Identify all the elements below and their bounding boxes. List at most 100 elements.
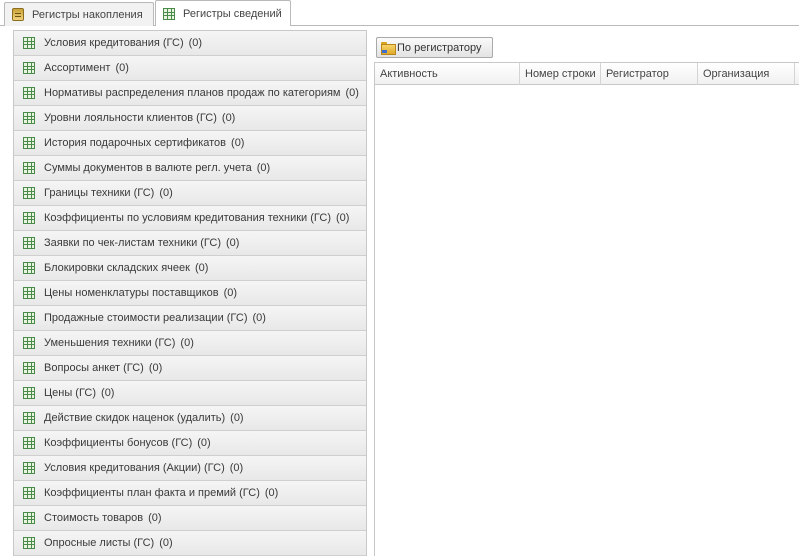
register-record-count: (0) — [101, 387, 115, 399]
info-register-icon — [23, 87, 35, 99]
register-list-item[interactable]: Цены (ГС) (0) — [14, 381, 366, 406]
info-register-icon — [23, 387, 35, 399]
register-list: Условия кредитования (ГС) (0) Ассортимент (… — [13, 30, 367, 556]
info-register-icon — [23, 37, 35, 49]
tab-info-registers[interactable]: Регистры сведений — [155, 0, 291, 26]
register-list-item[interactable]: Коэффициенты по условиям кредитования те… — [14, 206, 366, 231]
register-record-count: (0) — [148, 512, 162, 524]
column-header-organization[interactable]: Организация — [698, 63, 795, 85]
register-name: Вопросы анкет (ГС) — [44, 362, 144, 374]
register-name: Суммы документов в валюте регл. учета — [44, 162, 252, 174]
register-list-item[interactable]: Границы техники (ГС) (0) — [14, 181, 366, 206]
register-list-item[interactable]: Действие скидок наценок (удалить) (0) — [14, 406, 366, 431]
register-list-item[interactable]: Уровни лояльности клиентов (ГС) (0) — [14, 106, 366, 131]
info-register-icon — [23, 187, 35, 199]
info-register-icon — [23, 112, 35, 124]
register-record-count: (0) — [226, 237, 240, 249]
register-record-count: (0) — [159, 537, 173, 549]
records-grid[interactable]: Активность Номер строки Регистратор Орга… — [374, 62, 799, 556]
register-list-item[interactable]: Условия кредитования (Акции) (ГС) (0) — [14, 456, 366, 481]
info-register-icon — [23, 487, 35, 499]
info-register-icon — [23, 62, 35, 74]
tab-accumulation-registers[interactable]: Регистры накопления — [4, 2, 154, 26]
register-list-item[interactable]: Условия кредитования (ГС) (0) — [14, 31, 366, 56]
tab-bar: Регистры накопления Регистры сведений — [0, 0, 799, 26]
info-register-icon — [23, 462, 35, 474]
register-name: Границы техники (ГС) — [44, 187, 155, 199]
register-list-item[interactable]: История подарочных сертификатов (0) — [14, 131, 366, 156]
register-list-item[interactable]: Коэффициенты план факта и премий (ГС) (0) — [14, 481, 366, 506]
column-header-line-number[interactable]: Номер строки — [520, 63, 601, 85]
register-record-count: (0) — [252, 312, 266, 324]
register-record-count: (0) — [180, 337, 194, 349]
register-record-count: (0) — [188, 37, 203, 49]
register-list-item[interactable]: Суммы документов в валюте регл. учета (0) — [14, 156, 366, 181]
register-record-count: (0) — [256, 162, 271, 174]
register-list-item[interactable]: Вопросы анкет (ГС) (0) — [14, 356, 366, 381]
register-name: Коэффициенты план факта и премий (ГС) — [44, 487, 260, 499]
register-list-item[interactable]: Опросные листы (ГС) (0) — [14, 531, 366, 556]
register-record-count: (0) — [230, 412, 244, 424]
info-register-icon — [23, 412, 35, 424]
register-list-item[interactable]: Цены номенклатуры поставщиков (0) — [14, 281, 366, 306]
info-register-icon — [23, 162, 35, 174]
info-register-icon — [23, 512, 35, 524]
info-register-icon — [23, 537, 35, 549]
info-register-icon — [23, 262, 35, 274]
register-records-panel: По регистратору Активность Номер строки … — [374, 30, 799, 556]
info-register-icon — [23, 337, 35, 349]
register-record-count: (0) — [115, 62, 129, 74]
register-record-count: (0) — [223, 287, 238, 299]
register-name: Цены (ГС) — [44, 387, 97, 399]
register-name: Условия кредитования (Акции) (ГС) — [44, 462, 225, 474]
register-list-item[interactable]: Стоимость товаров (0) — [14, 506, 366, 531]
info-register-icon — [23, 362, 35, 374]
column-header-activity[interactable]: Активность — [375, 63, 520, 85]
register-list-item[interactable]: Ассортимент (0) — [14, 56, 366, 81]
info-register-icon — [23, 312, 35, 324]
register-record-count: (0) — [345, 87, 359, 99]
register-name: История подарочных сертификатов — [44, 137, 227, 149]
info-register-icon — [23, 287, 35, 299]
column-header-registrar[interactable]: Регистратор — [601, 63, 698, 85]
register-name: Стоимость товаров — [44, 512, 144, 524]
register-list-item[interactable]: Коэффициенты бонусов (ГС) (0) — [14, 431, 366, 456]
info-register-icon — [23, 237, 35, 249]
register-record-count: (0) — [148, 362, 163, 374]
grid-header: Активность Номер строки Регистратор Орга… — [375, 63, 799, 85]
register-record-count: (0) — [221, 112, 236, 124]
by-registrar-button[interactable]: По регистратору — [376, 37, 493, 58]
register-list-item[interactable]: Заявки по чек-листам техники (ГС) (0) — [14, 231, 366, 256]
info-register-icon — [163, 7, 175, 20]
tab-label: Регистры сведений — [183, 7, 282, 20]
register-record-count: (0) — [231, 137, 245, 149]
register-list-item[interactable]: Продажные стоимости реализации (ГС) (0) — [14, 306, 366, 331]
register-record-count: (0) — [335, 212, 350, 224]
register-name: Коэффициенты по условиям кредитования те… — [44, 212, 331, 224]
by-registrar-label: По регистратору — [397, 41, 482, 54]
register-name: Цены номенклатуры поставщиков — [44, 287, 219, 299]
register-name: Уровни лояльности клиентов (ГС) — [44, 112, 217, 124]
info-register-icon — [23, 212, 35, 224]
register-name: Коэффициенты бонусов (ГС) — [44, 437, 193, 449]
register-name: Действие скидок наценок (удалить) — [44, 412, 226, 424]
register-name: Блокировки складских ячеек — [44, 262, 190, 274]
register-record-count: (0) — [197, 437, 211, 449]
register-name: Нормативы распределения планов продаж по… — [44, 87, 341, 99]
info-register-icon — [23, 137, 35, 149]
register-name: Ассортимент — [44, 62, 111, 74]
register-name: Условия кредитования (ГС) — [44, 37, 184, 49]
register-record-count: (0) — [194, 262, 209, 274]
register-name: Заявки по чек-листам техники (ГС) — [44, 237, 221, 249]
register-list-item[interactable]: Нормативы распределения планов продаж по… — [14, 81, 366, 106]
register-list-item[interactable]: Уменьшения техники (ГС) (0) — [14, 331, 366, 356]
tab-label: Регистры накопления — [32, 8, 143, 21]
accumulation-register-icon — [12, 8, 24, 21]
register-record-count: (0) — [229, 462, 244, 474]
register-name: Опросные листы (ГС) — [44, 537, 155, 549]
folder-icon — [381, 42, 396, 55]
register-list-item[interactable]: Блокировки складских ячеек (0) — [14, 256, 366, 281]
register-name: Уменьшения техники (ГС) — [44, 337, 176, 349]
register-name: Продажные стоимости реализации (ГС) — [44, 312, 248, 324]
register-viewer-window: Регистры накопления Регистры сведений Ус… — [0, 0, 799, 556]
